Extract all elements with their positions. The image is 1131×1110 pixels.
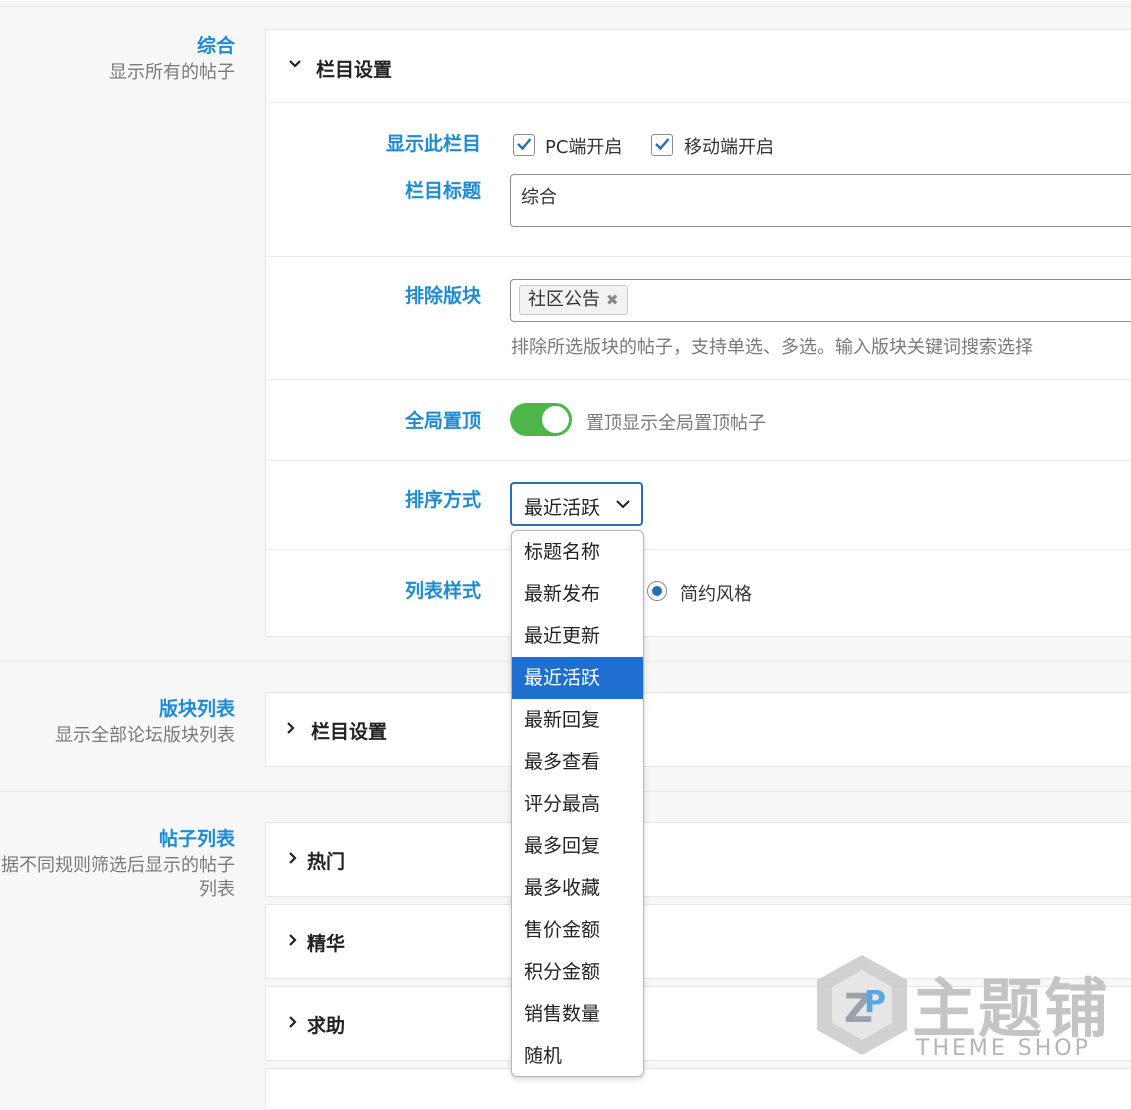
sort-dropdown-list: 标题名称 最新发布 最近更新 最近活跃 最新回复 最多查看 评分最高 最多回复 … bbox=[511, 530, 644, 1077]
exclude-sections-label: 排除版块 bbox=[404, 285, 481, 307]
post-panel-hot bbox=[265, 822, 1131, 897]
column-title-label: 栏目标题 bbox=[404, 180, 481, 202]
column-title-input[interactable]: 综合 bbox=[510, 174, 1131, 227]
radio-dot bbox=[652, 586, 662, 596]
forum-panel-header[interactable]: 栏目设置 bbox=[311, 717, 387, 744]
simple-style-label: 简约风格 bbox=[680, 584, 752, 605]
post-panel-featured-title[interactable]: 精华 bbox=[307, 929, 345, 956]
remove-tag-icon[interactable]: ✖ bbox=[606, 291, 619, 309]
watermark-logo: Z P 主题铺 THEME SHOP bbox=[812, 950, 1112, 1070]
row-divider bbox=[266, 460, 1131, 461]
sort-option-selected[interactable]: 最近活跃 bbox=[512, 657, 643, 699]
row-divider bbox=[266, 379, 1131, 380]
simple-style-radio[interactable] bbox=[647, 581, 667, 601]
exclude-tag[interactable]: 社区公告 ✖ bbox=[519, 285, 628, 315]
checkmark-icon bbox=[655, 138, 670, 151]
sort-option[interactable]: 最新回复 bbox=[512, 699, 643, 741]
watermark-en: THEME SHOP bbox=[916, 1036, 1091, 1061]
sort-option[interactable]: 最多收藏 bbox=[512, 867, 643, 909]
sort-method-select[interactable]: 最近活跃 bbox=[510, 482, 643, 526]
top-divider bbox=[0, 6, 1131, 7]
section-title-forums: 版块列表 bbox=[158, 698, 235, 720]
row-divider bbox=[266, 256, 1131, 257]
show-column-label: 显示此栏目 bbox=[385, 133, 481, 155]
post-panel-help-title[interactable]: 求助 bbox=[307, 1011, 345, 1038]
post-panel-hot-title[interactable]: 热门 bbox=[307, 847, 345, 874]
forum-list-panel bbox=[265, 692, 1131, 767]
post-panel-next bbox=[265, 1068, 1131, 1110]
sort-option[interactable]: 积分金额 bbox=[512, 951, 643, 993]
exclude-tag-label: 社区公告 bbox=[528, 289, 600, 310]
chevron-down-icon[interactable] bbox=[288, 57, 302, 75]
sort-option[interactable]: 最多回复 bbox=[512, 825, 643, 867]
sort-option[interactable]: 销售数量 bbox=[512, 993, 643, 1035]
mobile-enable-label: 移动端开启 bbox=[684, 137, 774, 158]
sort-option[interactable]: 最多查看 bbox=[512, 741, 643, 783]
chevron-right-icon[interactable] bbox=[284, 721, 298, 739]
sort-option[interactable]: 标题名称 bbox=[512, 531, 643, 573]
section-desc-posts: 据不同规则筛选后显示的帖子列表 bbox=[1, 855, 235, 900]
section-desc-forums: 显示全部论坛版块列表 bbox=[55, 725, 235, 746]
pc-enable-checkbox[interactable] bbox=[513, 134, 535, 156]
global-sticky-label: 全局置顶 bbox=[404, 410, 481, 432]
panel-header-title[interactable]: 栏目设置 bbox=[316, 55, 392, 82]
toggle-knob bbox=[542, 406, 569, 433]
svg-text:P: P bbox=[864, 985, 886, 1020]
checkmark-icon bbox=[517, 138, 532, 151]
chevron-right-icon[interactable] bbox=[286, 933, 300, 951]
section-desc-general: 显示所有的帖子 bbox=[109, 62, 235, 83]
global-sticky-toggle[interactable] bbox=[510, 403, 572, 436]
panel-header-divider bbox=[266, 102, 1131, 103]
sort-method-value: 最近活跃 bbox=[524, 497, 601, 519]
mobile-enable-checkbox[interactable] bbox=[651, 134, 673, 156]
sort-option[interactable]: 评分最高 bbox=[512, 783, 643, 825]
sort-option[interactable]: 最近更新 bbox=[512, 615, 643, 657]
chevron-down-icon bbox=[616, 500, 630, 509]
sort-method-label: 排序方式 bbox=[404, 489, 481, 511]
section-title-posts: 帖子列表 bbox=[158, 828, 235, 850]
row-divider bbox=[266, 549, 1131, 550]
global-sticky-desc: 置顶显示全局置顶帖子 bbox=[586, 413, 766, 434]
list-style-label: 列表样式 bbox=[404, 580, 481, 602]
pc-enable-label: PC端开启 bbox=[545, 137, 623, 158]
chevron-right-icon[interactable] bbox=[286, 1015, 300, 1033]
logo-mark-icon: Z P bbox=[817, 955, 907, 1055]
column-title-value: 综合 bbox=[521, 187, 557, 208]
chevron-right-icon[interactable] bbox=[286, 851, 300, 869]
exclude-hint: 排除所选版块的帖子，支持单选、多选。输入版块关键词搜索选择 bbox=[511, 337, 1033, 358]
sort-option[interactable]: 随机 bbox=[512, 1035, 643, 1076]
sort-option[interactable]: 售价金额 bbox=[512, 909, 643, 951]
sort-option[interactable]: 最新发布 bbox=[512, 573, 643, 615]
section-title-general: 综合 bbox=[196, 35, 235, 57]
